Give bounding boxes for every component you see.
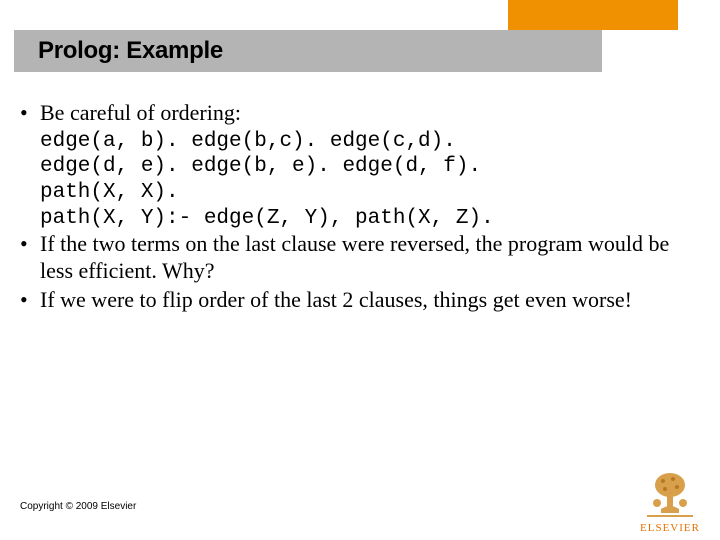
- slide-body: Be careful of ordering: edge(a, b). edge…: [18, 100, 700, 316]
- bullet-text: If we were to flip order of the last 2 c…: [40, 287, 632, 312]
- accent-block: [508, 0, 678, 30]
- bullet-text: Be careful of ordering:: [40, 100, 241, 125]
- title-bar: Prolog: Example: [14, 30, 602, 72]
- slide-title: Prolog: Example: [38, 37, 223, 65]
- bullet-item: Be careful of ordering:: [18, 100, 700, 127]
- code-line: edge(a, b). edge(b,c). edge(c,d).: [18, 129, 700, 155]
- copyright-text: Copyright © 2009 Elsevier: [20, 501, 136, 512]
- publisher-logo: ELSEVIER: [630, 467, 710, 534]
- elsevier-tree-icon: [643, 467, 697, 521]
- bullet-item: If the two terms on the last clause were…: [18, 231, 700, 285]
- code-line: path(X, X).: [18, 180, 700, 206]
- logo-label: ELSEVIER: [630, 522, 710, 534]
- code-line: path(X, Y):- edge(Z, Y), path(X, Z).: [18, 206, 700, 232]
- bullet-text: If the two terms on the last clause were…: [40, 231, 669, 283]
- bullet-item: If we were to flip order of the last 2 c…: [18, 287, 700, 314]
- code-line: edge(d, e). edge(b, e). edge(d, f).: [18, 154, 700, 180]
- slide-header: Prolog: Example: [0, 0, 720, 90]
